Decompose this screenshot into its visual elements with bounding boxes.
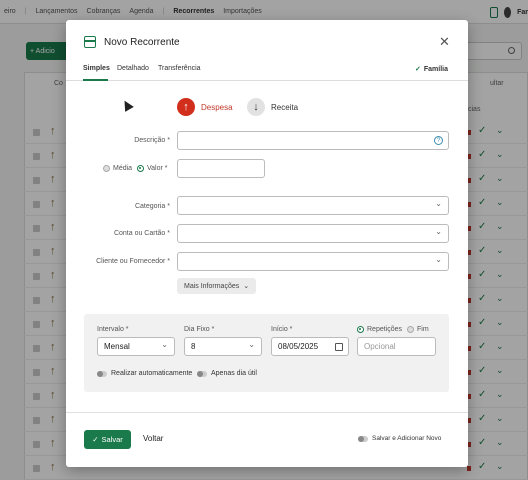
inicio-value: 08/05/2025	[278, 342, 319, 351]
salvar-button[interactable]: ✓ Salvar	[84, 430, 131, 449]
modal-title: Novo Recorrente	[104, 37, 180, 48]
tab-transferencia[interactable]: Transferência	[158, 65, 201, 72]
toggle-switch-icon	[97, 370, 107, 377]
cliente-label: Cliente ou Fornecedor *	[96, 258, 170, 265]
footer-divider	[66, 412, 468, 413]
check-icon: ✓	[92, 435, 99, 444]
repeticoes-input[interactable]: Opcional	[357, 337, 436, 356]
fim-label: Fim	[417, 326, 429, 333]
realizar-automaticamente-toggle[interactable]: Realizar automaticamente	[97, 370, 192, 377]
radio-on-icon	[357, 326, 364, 333]
tab-bar: Simples Detalhado Transferência ✓ Família	[66, 62, 468, 81]
arrow-down-icon: ↓	[247, 98, 265, 116]
help-icon[interactable]: ?	[434, 136, 443, 145]
novo-recorrente-modal: Novo Recorrente ✕ Simples Detalhado Tran…	[66, 20, 468, 467]
repeticoes-placeholder: Opcional	[364, 342, 396, 351]
recurrence-panel: Intervalo * Mensal ⌄ Dia Fixo * 8 ⌄ Iníc…	[84, 314, 449, 392]
familia-toggle[interactable]: ✓ Família	[415, 65, 448, 73]
check-icon: ✓	[415, 66, 421, 73]
inicio-date-field[interactable]: 08/05/2025	[271, 337, 349, 356]
chevron-down-icon: ⌄	[435, 227, 442, 236]
chevron-down-icon: ⌄	[435, 199, 442, 208]
chevron-down-icon: ⌄	[161, 340, 168, 349]
intervalo-label: Intervalo *	[97, 326, 129, 333]
realizar-label: Realizar automaticamente	[111, 370, 193, 377]
tab-detalhado[interactable]: Detalhado	[117, 65, 149, 72]
conta-select[interactable]: ⌄	[177, 224, 449, 243]
apenas-dia-util-toggle[interactable]: Apenas dia útil	[197, 370, 257, 377]
categoria-select[interactable]: ⌄	[177, 196, 449, 215]
valor-field[interactable]	[177, 159, 265, 178]
radio-off-icon	[103, 165, 110, 172]
repeticoes-radio[interactable]: Repetições	[357, 326, 402, 333]
mais-informacoes-button[interactable]: Mais Informações ⌄	[177, 278, 256, 294]
radio-off-icon	[407, 326, 414, 333]
despesa-label: Despesa	[201, 102, 233, 112]
chevron-down-icon: ⌄	[435, 255, 442, 264]
inicio-label: Início *	[271, 326, 293, 333]
familia-label: Família	[423, 66, 448, 73]
receita-button[interactable]: ↓ Receita	[247, 98, 298, 116]
repeticoes-label: Repetições	[367, 326, 403, 333]
media-radio[interactable]: Média	[103, 165, 132, 172]
despesa-button[interactable]: ↑ Despesa	[177, 98, 233, 116]
intervalo-select[interactable]: Mensal ⌄	[97, 337, 175, 356]
tab-simples[interactable]: Simples	[83, 65, 110, 72]
mais-informacoes-label: Mais Informações	[184, 282, 240, 290]
toggle-switch-icon	[358, 435, 368, 442]
dia-fixo-select[interactable]: 8 ⌄	[184, 337, 262, 356]
valor-radio[interactable]: Valor *	[137, 165, 168, 172]
calendar-icon	[84, 36, 96, 48]
apenas-label: Apenas dia útil	[211, 370, 257, 377]
categoria-label: Categoria *	[134, 203, 170, 210]
descricao-field[interactable]: ?	[177, 131, 449, 150]
descricao-label: Descrição *	[134, 137, 170, 144]
voltar-button[interactable]: Voltar	[143, 434, 163, 443]
salvar-add-label: Salvar e Adicionar Novo	[372, 435, 442, 442]
fim-radio[interactable]: Fim	[407, 326, 429, 333]
arrow-up-icon: ↑	[177, 98, 195, 116]
active-tab-indicator	[83, 79, 108, 81]
intervalo-value: Mensal	[104, 342, 130, 351]
chevron-down-icon: ⌄	[248, 340, 255, 349]
chevron-down-icon: ⌄	[243, 283, 250, 290]
dia-fixo-value: 8	[191, 342, 196, 351]
dia-fixo-label: Dia Fixo *	[184, 326, 215, 333]
salvar-e-adicionar-toggle[interactable]: Salvar e Adicionar Novo	[358, 435, 441, 442]
receita-label: Receita	[271, 102, 299, 112]
close-icon[interactable]: ✕	[439, 34, 450, 50]
modal-header: Novo Recorrente ✕	[66, 20, 468, 62]
radio-on-icon	[137, 165, 144, 172]
calendar-icon[interactable]	[335, 343, 343, 351]
salvar-label: Salvar	[101, 435, 123, 444]
cliente-select[interactable]: ⌄	[177, 252, 449, 271]
valor-label: Valor *	[147, 165, 168, 172]
media-label: Média	[113, 165, 133, 172]
conta-label: Conta ou Cartão *	[113, 230, 170, 237]
toggle-switch-icon	[197, 370, 207, 377]
